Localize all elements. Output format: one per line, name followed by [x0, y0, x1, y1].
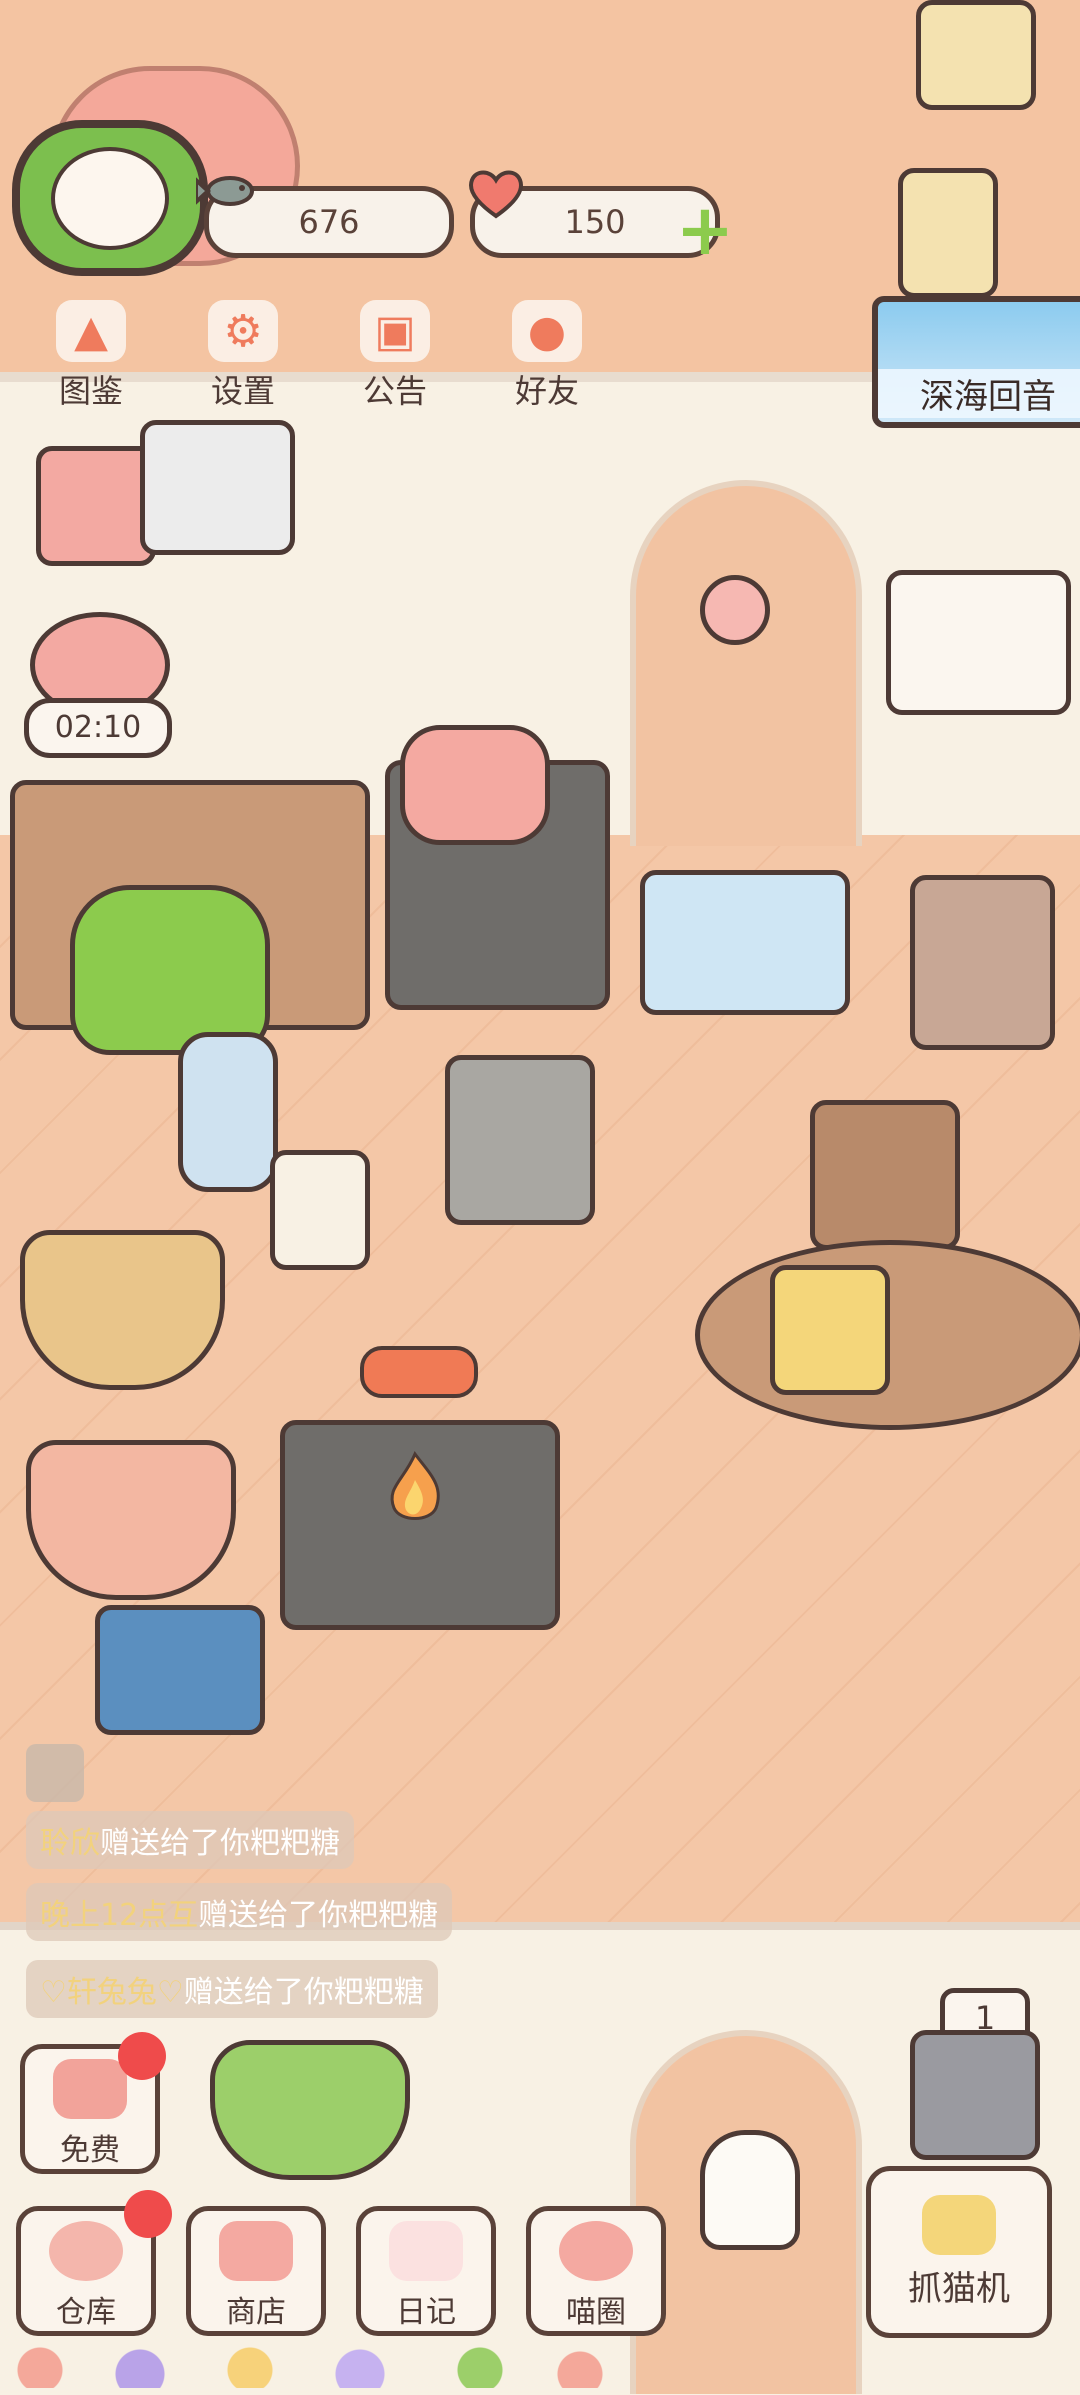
planet-cat-icon — [559, 2221, 633, 2281]
player-avatar[interactable] — [12, 120, 208, 276]
hanging-plant[interactable] — [210, 2040, 410, 2180]
trash-bin[interactable] — [910, 875, 1055, 1050]
wind-chime[interactable] — [700, 575, 770, 645]
kettle-stove[interactable] — [445, 1055, 595, 1225]
heart-gift-icon — [53, 2059, 127, 2119]
nav-shop-label: 商店 — [226, 2295, 286, 2330]
fire-icon — [360, 1450, 470, 1530]
rice-cooker[interactable] — [400, 725, 550, 845]
event-banner[interactable]: 深海回音 — [872, 296, 1080, 428]
produce-basket[interactable] — [26, 1440, 236, 1600]
chat-toggle-button[interactable] — [26, 1744, 84, 1802]
cat-tree[interactable] — [898, 168, 998, 298]
claw-icon — [922, 2195, 996, 2255]
free-button-label: 免费 — [60, 2133, 120, 2168]
nav-cat-circle-label: 喵圈 — [566, 2295, 626, 2330]
vegetable-basket[interactable] — [20, 1230, 225, 1390]
cloud-rug[interactable] — [640, 870, 850, 1015]
cooking-timer: 02:10 — [24, 698, 172, 758]
chat-sender: 聆欣 — [40, 1826, 100, 1861]
wooden-chair[interactable] — [810, 1100, 960, 1250]
range-hood[interactable] — [140, 420, 295, 555]
claw-machine-icon — [910, 2030, 1040, 2160]
warehouse-badge — [124, 2190, 172, 2238]
chat-text: 赠送给了你粑粑糖 — [198, 1898, 439, 1933]
claw-machine-label: 抓猫机 — [908, 2269, 1010, 2309]
chat-sender: 晚上12点互 — [40, 1898, 199, 1933]
ghost-ornament[interactable] — [700, 2130, 800, 2250]
chat-message: 聆欣 赠送给了你粑粑糖 — [26, 1811, 354, 1869]
fish-icon — [194, 166, 260, 216]
frog-hat-cat[interactable] — [70, 885, 270, 1055]
menu-settings[interactable]: ⚙ 设置 — [188, 300, 298, 410]
nav-diary[interactable]: 日记 — [356, 2206, 496, 2336]
scratching-post[interactable] — [916, 0, 1036, 110]
lantern[interactable] — [178, 1032, 278, 1192]
claw-machine-button[interactable]: 抓猫机 — [866, 2166, 1052, 2338]
flower-border — [0, 2340, 620, 2388]
heart-count: 150 — [564, 203, 626, 241]
chat-message: 晚上12点互 赠送给了你粑粑糖 — [26, 1883, 453, 1941]
chat-sender: ♡轩兔兔♡ — [40, 1975, 184, 2010]
friends-icon: ● — [512, 300, 582, 362]
menu-friends-label: 好友 — [514, 372, 579, 410]
doorway-arch — [630, 480, 862, 846]
heart-icon — [466, 166, 526, 220]
avatar-face — [51, 146, 169, 250]
fish-count: 676 — [298, 203, 360, 241]
free-badge — [118, 2032, 166, 2080]
menu-announcement-label: 公告 — [362, 372, 427, 410]
menu-collection-label: 图鉴 — [58, 372, 123, 410]
shop-icon — [219, 2221, 293, 2281]
event-banner-label: 深海回音 — [878, 369, 1080, 418]
paper-towel[interactable] — [270, 1150, 370, 1270]
menu-settings-label: 设置 — [210, 372, 275, 410]
nav-shop[interactable]: 商店 — [186, 2206, 326, 2336]
gift-icon: ▣ — [360, 300, 430, 362]
chat-text: 赠送给了你粑粑糖 — [183, 1975, 424, 2010]
add-hearts-button[interactable]: + — [674, 195, 736, 265]
menu-friends[interactable]: ● 好友 — [492, 300, 602, 410]
toaster[interactable] — [770, 1265, 890, 1395]
menu-announcement[interactable]: ▣ 公告 — [340, 300, 450, 410]
gear-icon: ⚙ — [208, 300, 278, 362]
warehouse-icon — [49, 2221, 123, 2281]
sushi-poster[interactable] — [886, 570, 1071, 715]
nav-warehouse-label: 仓库 — [56, 2295, 116, 2330]
cat-book-icon: ▲ — [56, 300, 126, 362]
menu-collection[interactable]: ▲ 图鉴 — [36, 300, 146, 410]
chat-text: 赠送给了你粑粑糖 — [100, 1826, 340, 1861]
grilled-fish[interactable] — [360, 1346, 478, 1398]
school-bag[interactable] — [95, 1605, 265, 1735]
nav-diary-label: 日记 — [396, 2295, 456, 2330]
diary-icon — [389, 2221, 463, 2281]
chat-message: ♡轩兔兔♡ 赠送给了你粑粑糖 — [26, 1960, 438, 2018]
calendar-icon[interactable] — [36, 446, 156, 566]
nav-cat-circle[interactable]: 喵圈 — [526, 2206, 666, 2336]
